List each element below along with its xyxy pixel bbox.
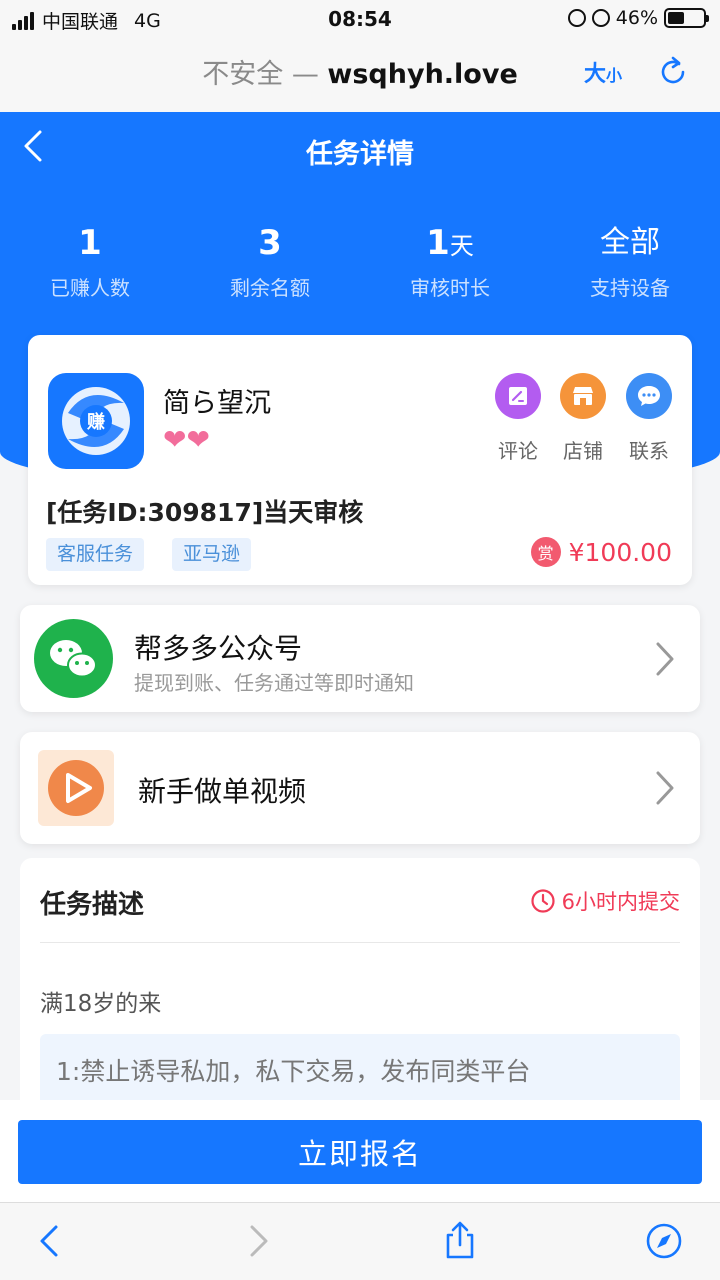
chevron-right-icon (656, 771, 674, 805)
stats-row: 1 已赚人数 3 剩余名额 1天 审核时长 全部 支持设备 (0, 222, 720, 301)
video-play-icon (38, 750, 114, 826)
chevron-right-icon (656, 642, 674, 676)
page-title: 任务详情 (306, 139, 414, 170)
reload-icon[interactable] (656, 54, 690, 88)
action-label: 评论 (498, 439, 538, 463)
clock-icon (531, 889, 555, 913)
stat-value: 1 (426, 223, 450, 263)
reward-amount: ¥100.00 (568, 537, 672, 567)
app-logo: 赚 (48, 373, 144, 469)
stat-value: 3 (258, 223, 282, 263)
divider (40, 942, 680, 943)
alarm-icon (591, 9, 610, 27)
task-card: 赚 简ら望沉 ❤❤ 评论 店铺 联系 [任务ID:309817]当天审核 客服任… (28, 335, 692, 585)
insecure-label: 不安全 (202, 59, 284, 90)
shop-icon (560, 373, 606, 419)
description-title: 任务描述 (40, 890, 145, 920)
browser-back-icon[interactable] (30, 1221, 70, 1261)
video-title: 新手做单视频 (138, 775, 307, 808)
rating-hearts: ❤❤ (163, 425, 210, 455)
apply-now-button[interactable]: 立即报名 (18, 1120, 702, 1184)
orientation-lock-icon (567, 9, 586, 27)
status-right: 46% (567, 7, 709, 29)
text-size-big: 大 (584, 62, 607, 87)
comment-action[interactable]: 评论 (488, 373, 548, 464)
stat-label: 审核时长 (410, 276, 490, 300)
share-icon[interactable] (440, 1221, 480, 1261)
wechat-account-item[interactable]: 帮多多公众号 提现到账、任务通过等即时通知 (20, 605, 700, 712)
edit-icon (495, 373, 541, 419)
stat-supported-devices: 全部 支持设备 (540, 222, 720, 301)
stat-value: 1 (78, 223, 102, 263)
stat-earned-count: 1 已赚人数 (0, 222, 180, 301)
rule-text: 1:禁止诱导私加，私下交易，发布同类平台 (56, 1057, 531, 1086)
stat-review-duration: 1天 审核时长 (360, 222, 540, 301)
app-logo-text: 赚 (86, 411, 105, 433)
wechat-title: 帮多多公众号 (134, 632, 303, 665)
stat-label: 剩余名额 (230, 276, 310, 300)
reward: 赏 ¥100.00 (530, 537, 672, 567)
tag-amazon: 亚马逊 (172, 538, 252, 571)
task-id-title: [任务ID:309817]当天审核 (46, 498, 364, 527)
stat-remaining-quota: 3 剩余名额 (180, 222, 360, 301)
stat-label: 已赚人数 (50, 276, 130, 300)
heart-icon: ❤❤ (163, 423, 210, 456)
stat-unit: 天 (449, 232, 474, 260)
beginner-video-item[interactable]: 新手做单视频 (20, 732, 700, 844)
browser-toolbar (0, 1202, 720, 1280)
wechat-icon (34, 619, 113, 698)
shop-action[interactable]: 店铺 (553, 373, 613, 464)
battery-fill (668, 12, 684, 24)
wechat-subtitle: 提现到账、任务通过等即时通知 (134, 671, 414, 695)
compass-icon[interactable] (644, 1221, 684, 1261)
reward-badge-icon: 赏 (530, 537, 561, 567)
address-bar[interactable]: 不安全 — wsqhyh.love 大小 (0, 40, 720, 112)
description-text: 满18岁的来 (40, 991, 162, 1017)
contact-action[interactable]: 联系 (619, 373, 679, 464)
chat-icon (626, 373, 672, 419)
text-size-button[interactable]: 大小 (584, 56, 622, 88)
domain-label: wsqhyh.love (327, 59, 518, 90)
status-bar: 中国联通 4G 08:54 46% (0, 0, 720, 40)
deadline: 6小时内提交 (530, 886, 680, 916)
url-separator: — (291, 59, 319, 90)
cta-container: 立即报名 (0, 1100, 720, 1202)
action-label: 联系 (629, 439, 669, 463)
action-label: 店铺 (563, 439, 603, 463)
browser-forward-icon[interactable] (238, 1221, 278, 1261)
text-size-small: 小 (606, 66, 623, 85)
battery-percent: 46% (615, 7, 658, 29)
deadline-text: 6小时内提交 (561, 890, 680, 914)
stat-value: 全部 (600, 225, 660, 260)
tag-customer-service: 客服任务 (46, 538, 145, 571)
app-name: 简ら望沉 (163, 388, 271, 419)
battery-icon (664, 8, 709, 28)
stat-label: 支持设备 (590, 276, 670, 300)
